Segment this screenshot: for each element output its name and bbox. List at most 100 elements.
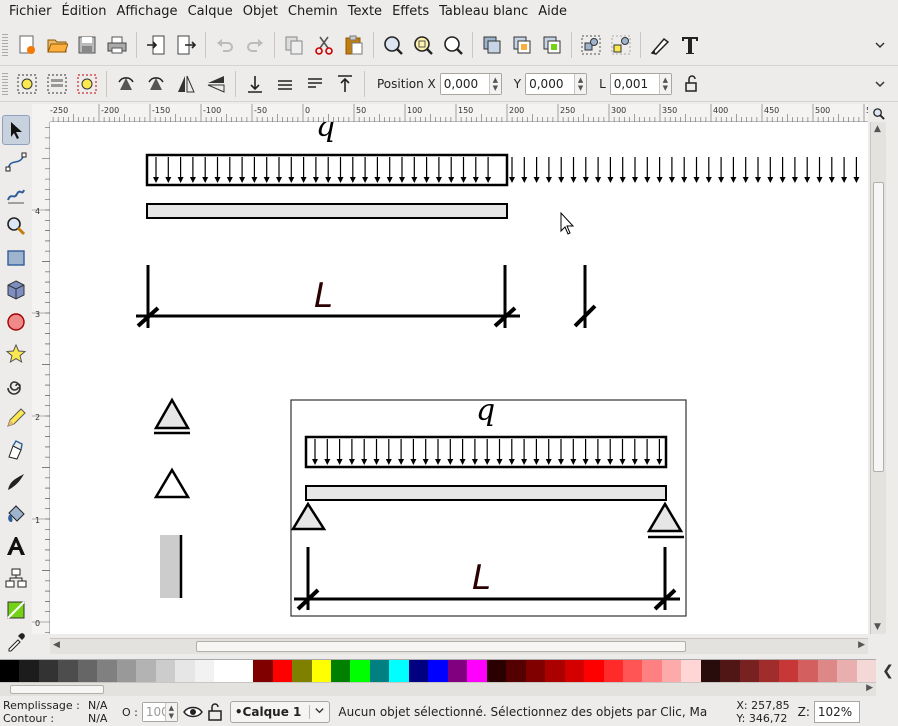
fill-value[interactable]: N/A — [88, 699, 114, 712]
palette-swatch[interactable] — [311, 660, 331, 682]
connector-tool[interactable] — [2, 563, 30, 593]
stroke-value[interactable]: N/A — [88, 712, 114, 725]
style-indicator-values[interactable]: N/A N/A — [88, 699, 114, 725]
group-button[interactable] — [576, 30, 606, 60]
redo-button[interactable] — [240, 30, 270, 60]
palette-swatch[interactable] — [175, 660, 195, 682]
menu-tableau-blanc[interactable]: Tableau blanc — [434, 0, 533, 24]
position-y-stepper[interactable]: ▲ ▼ — [574, 73, 587, 94]
toggle-visibility-button[interactable] — [182, 701, 204, 723]
palette-swatch[interactable] — [369, 660, 390, 682]
wall-hatch[interactable] — [160, 535, 182, 598]
pinned-support-symbol[interactable] — [153, 397, 191, 430]
palette-swatch[interactable] — [272, 660, 293, 682]
toolbar-grip[interactable] — [2, 72, 8, 95]
zoom-selection-button[interactable] — [378, 30, 408, 60]
rotate-ccw-button[interactable] — [111, 69, 141, 99]
horizontal-ruler[interactable]: -250 -200 -150 -100 -50 0 50 100 150 200 250 300 350… — [50, 104, 876, 122]
position-y-spinbox[interactable]: ▲▼ — [525, 72, 588, 95]
zoom-input[interactable]: 102% — [813, 701, 860, 723]
beam-composed[interactable] — [305, 485, 667, 501]
raise-top-button[interactable] — [330, 69, 360, 99]
text-font-button[interactable] — [675, 30, 705, 60]
palette-swatch[interactable] — [603, 660, 623, 682]
load-arrows-composed[interactable] — [312, 439, 663, 465]
palette-swatch[interactable] — [720, 660, 740, 682]
width-stepper[interactable]: ▲ ▼ — [658, 73, 671, 94]
palette-swatch[interactable] — [837, 660, 857, 682]
menu-chemin[interactable]: Chemin — [283, 0, 343, 24]
open-button[interactable] — [42, 30, 72, 60]
export-button[interactable] — [171, 30, 201, 60]
new-document-button[interactable] — [12, 30, 42, 60]
palette-swatch[interactable] — [253, 660, 273, 682]
palette-swatch[interactable] — [856, 660, 877, 682]
palette-swatch[interactable] — [798, 660, 818, 682]
lock-ratio-button[interactable] — [676, 69, 706, 99]
toolbar-overflow-button[interactable] — [872, 76, 888, 92]
beam[interactable] — [146, 203, 508, 219]
position-x-input[interactable] — [440, 73, 489, 94]
menu-effets[interactable]: Effets — [387, 0, 434, 24]
drawing-canvas[interactable]: q L q L — [50, 122, 868, 634]
load-arrows[interactable] — [153, 157, 492, 183]
select-all-button[interactable] — [12, 69, 42, 99]
width-input[interactable] — [610, 73, 659, 94]
palette-swatch[interactable] — [97, 660, 117, 682]
clone-button[interactable] — [507, 30, 537, 60]
node-tool[interactable] — [2, 147, 30, 177]
toolbar-overflow-button[interactable] — [872, 37, 888, 53]
text-tool[interactable] — [2, 531, 30, 561]
palette-swatch[interactable] — [77, 660, 98, 682]
support-triangle[interactable] — [153, 467, 191, 499]
pencil-tool[interactable] — [2, 403, 30, 433]
spiral-tool[interactable] — [2, 371, 30, 401]
palette-swatch[interactable] — [0, 660, 20, 682]
load-label-q[interactable]: q — [316, 122, 335, 144]
palette-swatch[interactable] — [525, 660, 546, 682]
length-label-L[interactable]: L — [314, 276, 333, 316]
zoom-corner-button[interactable] — [870, 104, 886, 122]
scroll-up-icon[interactable]: ▲ — [874, 124, 881, 134]
print-button[interactable] — [102, 30, 132, 60]
current-layer-dropdown[interactable]: •Calque 1 — [229, 701, 331, 723]
vertical-scrollbar[interactable]: ▲ ▼ — [870, 122, 886, 634]
palette-swatch[interactable] — [19, 660, 39, 682]
palette-swatch[interactable] — [350, 660, 370, 682]
paint-bucket-tool[interactable] — [2, 499, 30, 529]
lower-bottom-button[interactable] — [240, 69, 270, 99]
zoom-drawing-button[interactable] — [408, 30, 438, 60]
zoom-tool[interactable] — [2, 211, 30, 241]
palette-swatch[interactable] — [467, 660, 487, 682]
save-button[interactable] — [72, 30, 102, 60]
raise-button[interactable] — [300, 69, 330, 99]
palette-swatch[interactable] — [564, 660, 585, 682]
width-spinbox[interactable]: ▲▼ — [609, 72, 672, 95]
menu-calque[interactable]: Calque — [183, 0, 238, 24]
menu-fichier[interactable]: Fichier — [4, 0, 57, 24]
star-tool[interactable] — [2, 339, 30, 369]
duplicate-button[interactable] — [279, 30, 309, 60]
flip-horizontal-button[interactable] — [171, 69, 201, 99]
palette-menu-icon[interactable]: ❮ — [878, 660, 898, 682]
horizontal-scrollbar[interactable]: ◀ ▶ — [50, 638, 868, 654]
length-label-L-composed[interactable]: L — [472, 558, 491, 598]
palette-swatch[interactable] — [681, 660, 701, 682]
palette-swatch[interactable] — [408, 660, 429, 682]
scroll-down-icon[interactable]: ▼ — [874, 622, 881, 632]
palette-swatch[interactable] — [739, 660, 760, 682]
palette-swatch[interactable] — [447, 660, 468, 682]
palette-swatch[interactable] — [778, 660, 799, 682]
palette-scroll-right-icon[interactable]: ▶ — [866, 683, 873, 693]
menu-texte[interactable]: Texte — [343, 0, 387, 24]
duplicate-object-button[interactable] — [477, 30, 507, 60]
palette-swatch[interactable] — [38, 660, 59, 682]
palette-swatch[interactable] — [136, 660, 156, 682]
import-button[interactable] — [141, 30, 171, 60]
flip-vertical-button[interactable] — [201, 69, 231, 99]
fill-stroke-button[interactable] — [645, 30, 675, 60]
palette-swatch[interactable] — [506, 660, 526, 682]
opacity-stepper[interactable]: ▲ ▼ — [164, 703, 177, 721]
scroll-left-icon[interactable]: ◀ — [53, 640, 60, 650]
menu-aide[interactable]: Aide — [533, 0, 572, 24]
